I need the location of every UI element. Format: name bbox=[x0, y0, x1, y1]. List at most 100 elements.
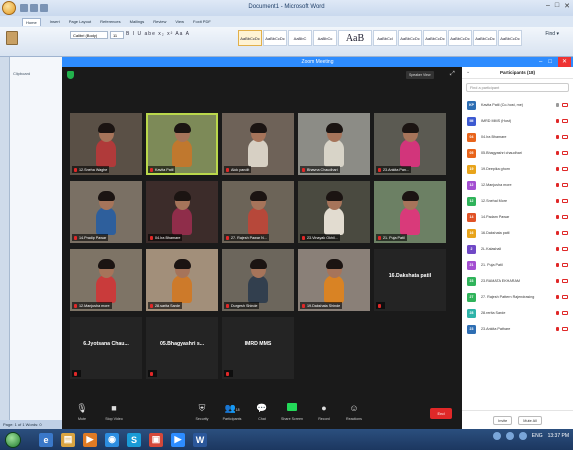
clock[interactable]: 13:37 PM bbox=[548, 433, 569, 439]
muted-mic-icon[interactable] bbox=[556, 311, 559, 315]
style-heading-1[interactable]: AaBbC bbox=[288, 30, 312, 46]
style-emphasis[interactable]: AaBbCcDc bbox=[398, 30, 422, 46]
participant-row[interactable]: 23 23.RAMATA EKHARAM bbox=[462, 273, 573, 289]
muted-mic-icon[interactable] bbox=[556, 167, 559, 171]
video-tile[interactable]: 23.Vinayak Okhil... bbox=[298, 181, 370, 243]
pdf-reader-icon[interactable]: ▣ bbox=[149, 432, 163, 447]
word-app-icon[interactable]: W bbox=[193, 432, 207, 447]
muted-mic-icon[interactable] bbox=[556, 183, 559, 187]
reactions-button[interactable]: ☺ Reactions bbox=[336, 402, 372, 428]
skype-icon[interactable]: S bbox=[127, 432, 141, 447]
font-size-select[interactable]: 11 bbox=[110, 31, 124, 39]
muted-mic-icon[interactable] bbox=[556, 231, 559, 235]
participant-row[interactable]: 04 04.Ira Bhamare bbox=[462, 129, 573, 145]
tab-page-layout[interactable]: Page Layout bbox=[69, 19, 91, 24]
muted-mic-icon[interactable] bbox=[556, 199, 559, 203]
invite-button[interactable]: Invite bbox=[493, 416, 513, 425]
video-tile[interactable]: Bhavna Chaudhari bbox=[298, 113, 370, 175]
video-tile[interactable]: 21. Puja Patil bbox=[374, 181, 446, 243]
zoom-maximize-icon[interactable]: □ bbox=[548, 57, 552, 67]
save-icon[interactable] bbox=[20, 4, 28, 12]
style-intense-quote[interactable]: AaBbCcDc bbox=[473, 30, 497, 46]
internet-explorer-icon[interactable]: e bbox=[39, 432, 53, 447]
encryption-shield-icon[interactable] bbox=[67, 71, 74, 79]
participant-row[interactable]: 28 28.rerita Sarde bbox=[462, 305, 573, 321]
video-camera-icon[interactable] bbox=[562, 167, 568, 171]
tab-view[interactable]: View bbox=[175, 19, 184, 24]
video-tile[interactable]: 14.Pradip Pawar bbox=[70, 181, 142, 243]
style-normal[interactable]: AaBbCcDc bbox=[238, 30, 262, 46]
participant-row[interactable]: 05 05.Bhagyashri chaudhari bbox=[462, 145, 573, 161]
media-player-icon[interactable]: ▶ bbox=[83, 432, 97, 447]
tab-references[interactable]: References bbox=[100, 19, 120, 24]
volume-icon[interactable] bbox=[518, 432, 527, 440]
tab-home[interactable]: Home bbox=[22, 17, 41, 26]
muted-mic-icon[interactable] bbox=[556, 279, 559, 283]
tab-insert[interactable]: Insert bbox=[50, 19, 60, 24]
tab-mailings[interactable]: Mailings bbox=[130, 19, 145, 24]
participant-row[interactable]: 21 21. Puja Patil bbox=[462, 257, 573, 273]
video-tile[interactable]: 27. Rajesh Pawar N... bbox=[222, 181, 294, 243]
participant-row[interactable]: 27 27. Rajesh Pattern Rajendrasing bbox=[462, 289, 573, 305]
language-indicator[interactable]: ENG bbox=[532, 433, 543, 439]
style-no-spacing[interactable]: AaBbCcDc bbox=[263, 30, 287, 46]
mute-all-button[interactable]: Mute All bbox=[518, 416, 542, 425]
video-camera-icon[interactable] bbox=[562, 279, 568, 283]
video-camera-icon[interactable] bbox=[562, 263, 568, 267]
video-camera-icon[interactable] bbox=[562, 183, 568, 187]
tab-foxit-pdf[interactable]: Foxit PDF bbox=[193, 19, 211, 24]
participant-row[interactable]: 19 19.Deepika ghorn bbox=[462, 161, 573, 177]
video-tile[interactable]: 05.Bhagyashri s... bbox=[146, 317, 218, 379]
video-tile[interactable]: 23.Ankita Pan... bbox=[374, 113, 446, 175]
microphone-icon[interactable] bbox=[556, 103, 559, 107]
zoom-close-icon[interactable]: ✕ bbox=[557, 57, 571, 67]
video-camera-icon[interactable] bbox=[562, 231, 568, 235]
end-meeting-button[interactable]: End bbox=[430, 408, 452, 419]
video-camera-icon[interactable] bbox=[562, 247, 568, 251]
start-button-icon[interactable] bbox=[5, 431, 21, 448]
paste-icon[interactable] bbox=[6, 31, 18, 45]
zoom-minimize-icon[interactable]: – bbox=[539, 57, 542, 67]
participant-row[interactable]: 14 14.Padam Pawar bbox=[462, 209, 573, 225]
style-strong[interactable]: AaBbCcDc bbox=[423, 30, 447, 46]
format-buttons[interactable]: B I U abe x₂ x² Aa A bbox=[126, 31, 190, 37]
speaker-view-button[interactable]: Speaker View bbox=[406, 71, 434, 79]
style-subtitle[interactable]: AaBbCcl bbox=[373, 30, 397, 46]
mute-button[interactable]: 🎙 Mute bbox=[64, 402, 100, 428]
video-tile[interactable]: Durgesh Shinde bbox=[222, 249, 294, 311]
close-icon[interactable]: ✕ bbox=[564, 2, 570, 10]
fullscreen-icon[interactable]: ⤢ bbox=[450, 71, 455, 78]
video-tile[interactable]: Alok pandit bbox=[222, 113, 294, 175]
muted-mic-icon[interactable] bbox=[556, 151, 559, 155]
participant-row[interactable]: 2 2L.Kalashali bbox=[462, 241, 573, 257]
video-tile[interactable]: Kavita Patil bbox=[146, 113, 218, 175]
muted-mic-icon[interactable] bbox=[556, 327, 559, 331]
style-title[interactable]: AaB bbox=[338, 30, 372, 46]
redo-icon[interactable] bbox=[40, 4, 48, 12]
help-icon[interactable] bbox=[492, 432, 501, 440]
muted-mic-icon[interactable] bbox=[556, 247, 559, 251]
video-camera-icon[interactable] bbox=[562, 295, 568, 299]
muted-mic-icon[interactable] bbox=[556, 135, 559, 139]
video-camera-icon[interactable] bbox=[562, 119, 568, 123]
file-explorer-icon[interactable]: ▤ bbox=[61, 432, 75, 447]
style-heading-2[interactable]: AaBbCc bbox=[313, 30, 337, 46]
video-camera-icon[interactable] bbox=[562, 199, 568, 203]
participant-search-input[interactable]: Find a participant bbox=[466, 83, 569, 92]
participant-row[interactable]: 16 16.Dakshata patil bbox=[462, 225, 573, 241]
video-tile[interactable]: 19.Dakshata Shinde bbox=[298, 249, 370, 311]
participant-row[interactable]: 12 12.Snehal More bbox=[462, 193, 573, 209]
tab-review[interactable]: Review bbox=[153, 19, 166, 24]
video-tile[interactable]: 12.Manjusha more bbox=[70, 249, 142, 311]
undo-icon[interactable] bbox=[30, 4, 38, 12]
video-tile[interactable]: 6.Jyotsana Chau... bbox=[70, 317, 142, 379]
font-name-select[interactable]: Calibri (Body) bbox=[70, 31, 108, 39]
participant-row[interactable]: KP Kavita Patil (Co-host, me) bbox=[462, 97, 573, 113]
video-tile[interactable]: 16.Dakshata patil bbox=[374, 249, 446, 311]
video-tile[interactable]: 04.Ira Bhamare bbox=[146, 181, 218, 243]
style-quote[interactable]: AaBbCcDc bbox=[448, 30, 472, 46]
minimize-icon[interactable]: – bbox=[546, 2, 550, 10]
maximize-icon[interactable]: □ bbox=[555, 2, 559, 10]
video-tile[interactable]: 28.sarita Sarde bbox=[146, 249, 218, 311]
chrome-icon[interactable]: ◉ bbox=[105, 432, 119, 447]
